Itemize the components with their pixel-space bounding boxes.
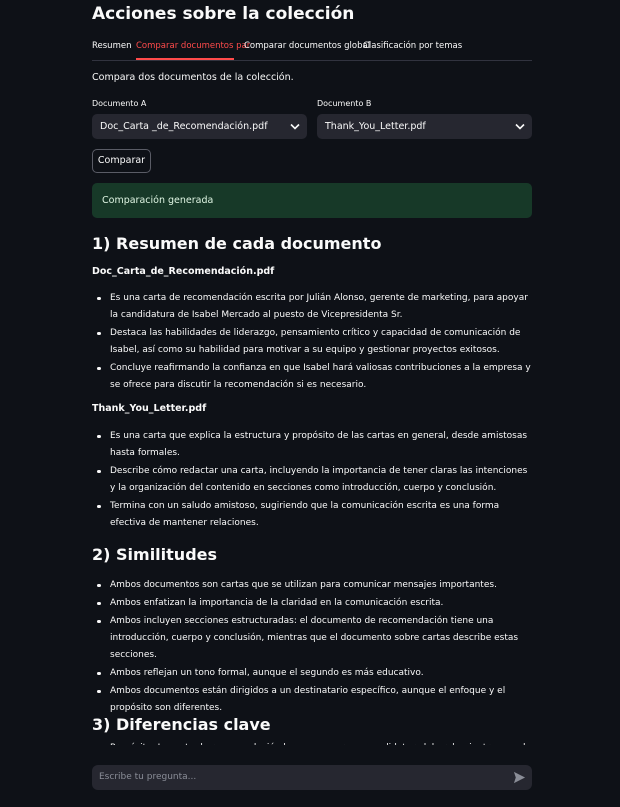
tab-resumen[interactable]: Resumen [92, 41, 131, 51]
list-item: Describe cómo redactar una carta, incluy… [92, 463, 532, 497]
list-item: Destaca las habilidades de liderazgo, pe… [92, 325, 532, 359]
section-heading-differences: 3) Diferencias clave [92, 715, 271, 734]
chat-placeholder: Escribe tu pregunta... [99, 772, 197, 782]
doc1-name: Doc_Carta_de_Recomendación.pdf [92, 266, 275, 277]
doc2-bullet-list: Es una carta que explica la estructura y… [92, 428, 532, 533]
page-title: Acciones sobre la colección [92, 4, 355, 24]
doc1-bullet-list: Es una carta de recomendación escrita po… [92, 290, 532, 395]
doc-b-value: Thank_You_Letter.pdf [325, 121, 426, 132]
list-item: Ambos documentos están dirigidos a un de… [92, 683, 532, 717]
chevron-down-icon [515, 123, 525, 130]
list-item: Es una carta de recomendación escrita po… [92, 290, 532, 324]
list-item: Ambos documentos son cartas que se utili… [92, 577, 532, 594]
list-item: Concluye reafirmando la confianza en que… [92, 360, 532, 394]
success-alert: Comparación generada [92, 183, 532, 218]
doc-a-select[interactable]: Doc_Carta _de_Recomendación.pdf [92, 114, 307, 139]
tab-comparar-global[interactable]: Comparar documentos global [244, 41, 370, 51]
similarities-bullet-list: Ambos documentos son cartas que se utili… [92, 577, 532, 718]
description-text: Compara dos documentos de la colección. [92, 72, 294, 83]
compare-button[interactable]: Comparar [92, 149, 151, 173]
list-item: Ambos enfatizan la importancia de la cla… [92, 595, 532, 612]
list-item: Ambos incluyen secciones estructuradas: … [92, 613, 532, 664]
chat-input[interactable]: Escribe tu pregunta... [92, 765, 532, 790]
list-item: Ambos reflejan un tono formal, aunque el… [92, 665, 532, 682]
list-item: Es una carta que explica la estructura y… [92, 428, 532, 462]
doc-a-label: Documento A [92, 99, 147, 108]
active-tab-indicator [136, 58, 234, 60]
doc-b-label: Documento B [317, 99, 372, 108]
doc2-name: Thank_You_Letter.pdf [92, 403, 207, 414]
section-heading-similarities: 2) Similitudes [92, 545, 218, 564]
chevron-down-icon [290, 123, 300, 130]
section-heading-summary: 1) Resumen de cada documento [92, 234, 382, 253]
send-icon[interactable] [513, 771, 526, 784]
list-item: Termina con un saludo amistoso, sugirien… [92, 498, 532, 532]
tab-clasificacion[interactable]: Clasificación por temas [363, 41, 462, 51]
tab-bar: Resumen Comparar documentos par Comparar… [92, 40, 532, 61]
doc-b-select[interactable]: Thank_You_Letter.pdf [317, 114, 532, 139]
tab-comparar-par[interactable]: Comparar documentos par [136, 41, 250, 51]
doc-a-value: Doc_Carta _de_Recomendación.pdf [100, 121, 268, 132]
